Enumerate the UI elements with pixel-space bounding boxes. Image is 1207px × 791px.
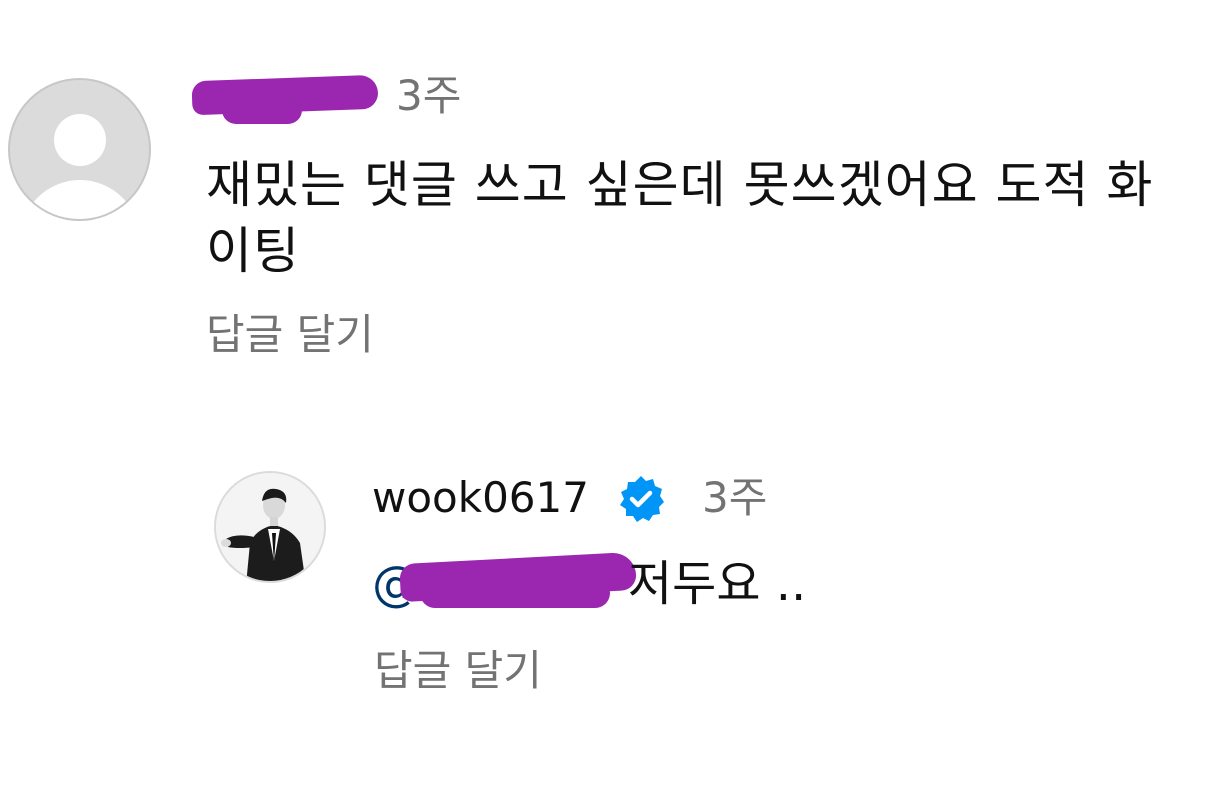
default-profile-icon[interactable] bbox=[8, 78, 151, 221]
comment-text: 재밌는 댓글 쓰고 싶은데 못쓰겠어요 도적 화이팅 bbox=[206, 156, 1154, 280]
username-redaction[interactable] bbox=[191, 72, 382, 126]
avatar[interactable] bbox=[214, 471, 326, 583]
reply-timestamp: 3주 bbox=[702, 473, 768, 522]
redaction-mark bbox=[420, 578, 610, 608]
redaction-mark bbox=[222, 96, 302, 124]
avatar-head-shape bbox=[54, 114, 106, 166]
avatar-photo-icon bbox=[216, 473, 324, 581]
comment-thread: 3주 재밌는 댓글 쓰고 싶은데 못쓰겠어요 도적 화이팅 답글 달기 wook… bbox=[0, 0, 1207, 791]
verified-badge-icon bbox=[620, 476, 664, 522]
avatar-shoulders-shape bbox=[20, 180, 140, 219]
mention-redaction bbox=[399, 551, 637, 612]
reply-text: 저두요 .. bbox=[628, 556, 807, 612]
reply-button[interactable]: 답글 달기 bbox=[206, 310, 374, 360]
reply-username[interactable]: wook0617 bbox=[372, 474, 589, 522]
reply-button[interactable]: 답글 달기 bbox=[374, 646, 542, 696]
comment-timestamp: 3주 bbox=[396, 71, 462, 120]
